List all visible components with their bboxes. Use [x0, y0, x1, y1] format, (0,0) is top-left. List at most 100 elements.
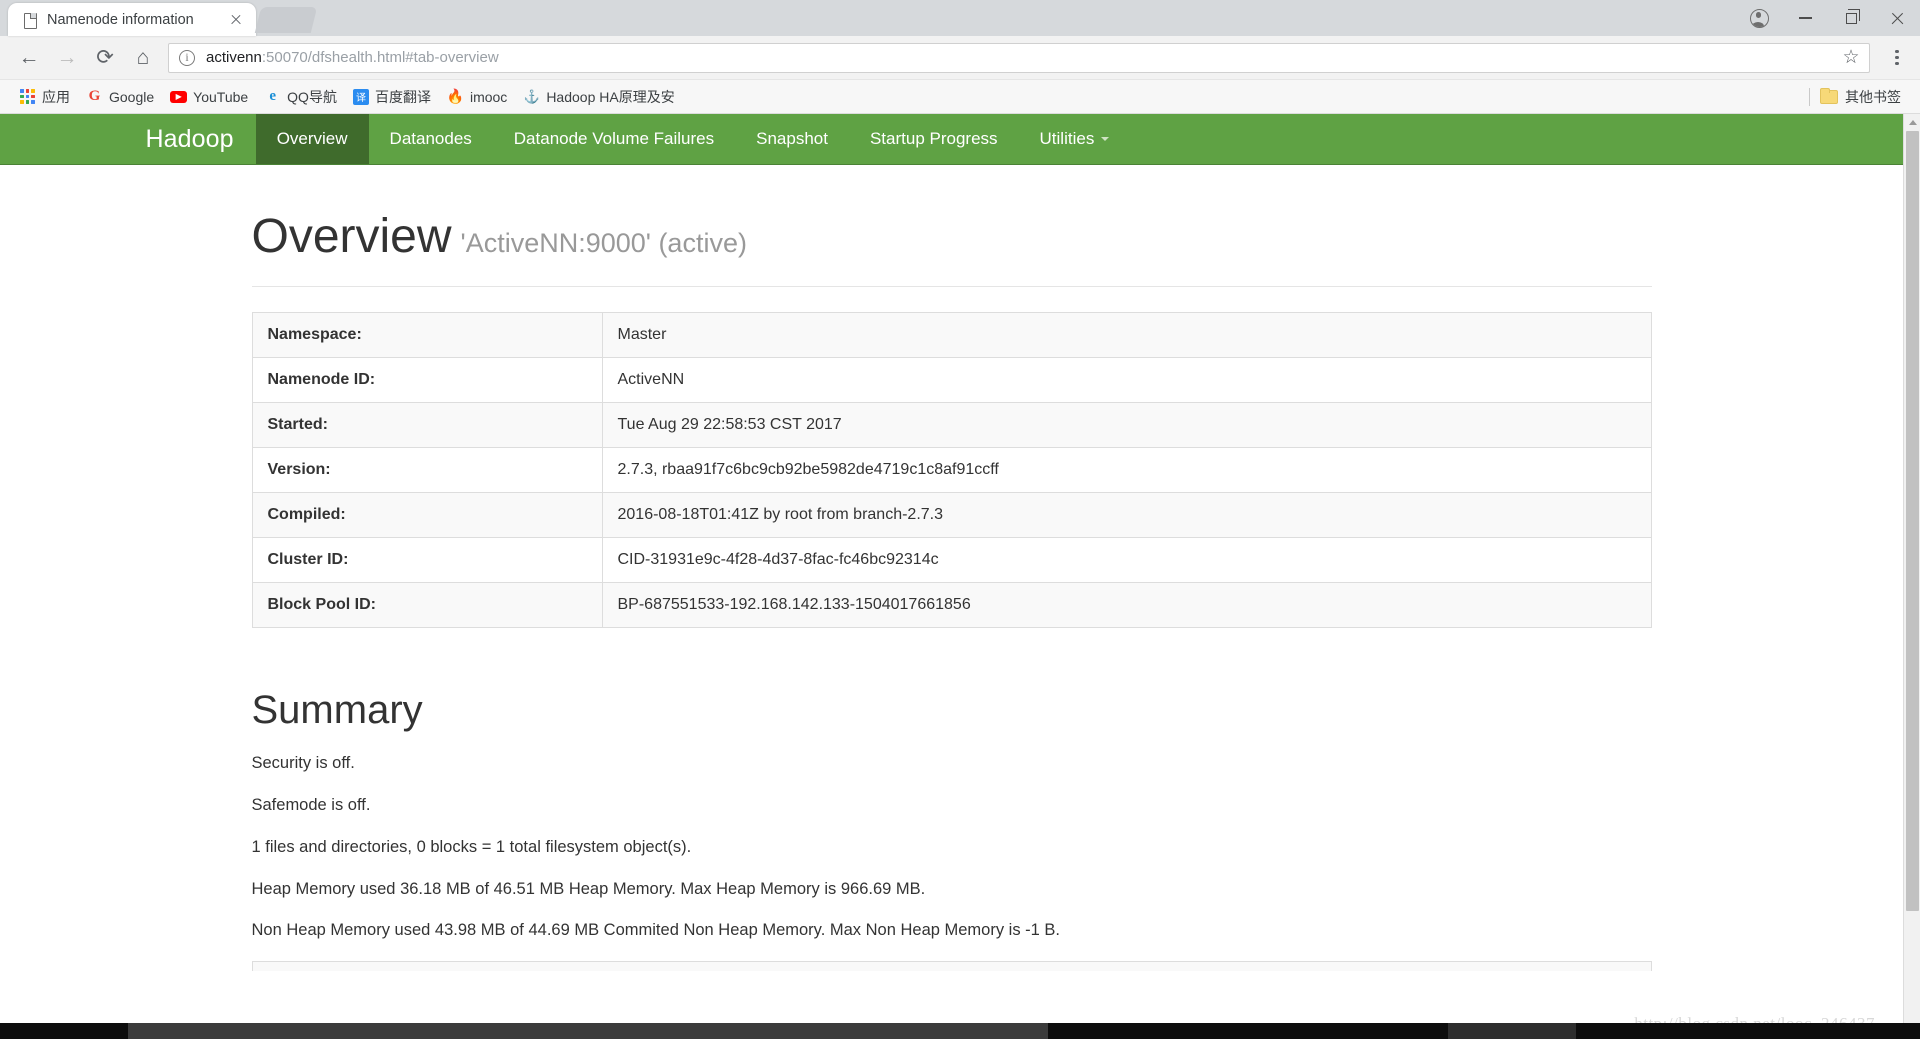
browser-window: Namenode information ← → ⟳ ⌂ active [0, 0, 1920, 1039]
nav-item-startup-progress[interactable]: Startup Progress [849, 114, 1019, 164]
kebab-dot-icon [1895, 62, 1899, 66]
forward-arrow-icon: → [56, 46, 78, 69]
row-key: Compiled: [252, 492, 603, 538]
forward-button[interactable]: → [48, 39, 86, 77]
nav-item-overview[interactable]: Overview [255, 114, 369, 164]
anchor-icon: ⚓ [523, 88, 540, 104]
kebab-dot-icon [1895, 55, 1899, 60]
divider [1809, 87, 1810, 106]
table-row: Namespace: Master [252, 312, 1651, 358]
row-value: BP-687551533-192.168.142.133-15040176618… [617, 595, 971, 613]
nav-item-utilities-label: Utilities [1039, 129, 1095, 148]
close-icon [1890, 11, 1905, 26]
kebab-dot-icon [1895, 49, 1899, 53]
profile-icon [1749, 8, 1769, 28]
google-icon: G [88, 88, 101, 104]
tab-title: Namenode information [47, 11, 194, 28]
reload-icon: ⟳ [96, 46, 114, 69]
bookmark-label: Hadoop HA原理及安 [546, 88, 675, 105]
profile-button[interactable] [1736, 2, 1782, 34]
youtube-icon: ▶ [170, 90, 188, 103]
row-value: 2.7.3, rbaa91f7c6bc9cb92be5982de4719c1c8… [617, 460, 999, 478]
other-bookmarks-folder[interactable]: 其他书签 [1820, 84, 1908, 110]
address-bar[interactable]: activenn:50070/dfshealth.html#tab-overvi… [168, 42, 1870, 73]
new-tab-button[interactable] [254, 7, 318, 33]
qq-browser-icon: e [269, 88, 276, 104]
next-table-partial [251, 961, 1652, 972]
maximize-button[interactable] [1828, 2, 1874, 34]
page-viewport: Hadoop Overview Datanodes Datanode Volum… [0, 114, 1920, 1037]
row-key: Block Pool ID: [252, 582, 603, 628]
summary-line: Security is off. [251, 753, 355, 772]
bookmark-qq-nav[interactable]: e QQ导航 [257, 84, 344, 110]
scrollbar-thumb[interactable] [1906, 131, 1919, 911]
taskbar-segment [1576, 1023, 1920, 1039]
folder-icon [1820, 87, 1838, 104]
apps-grid-icon [19, 88, 36, 105]
nav-item-utilities[interactable]: Utilities [1019, 114, 1131, 164]
bookmark-label: QQ导航 [287, 88, 337, 105]
page-content: Hadoop Overview Datanodes Datanode Volum… [0, 114, 1903, 1037]
chevron-up-icon [1908, 120, 1917, 125]
site-info-icon[interactable] [179, 49, 195, 66]
taskbar-segment-active-window[interactable] [128, 1023, 1048, 1039]
bookmark-apps[interactable]: 应用 [12, 84, 77, 110]
close-window-button[interactable] [1874, 2, 1920, 34]
bookmark-star-icon[interactable]: ☆ [1841, 47, 1861, 68]
taskbar-segment [0, 1023, 128, 1039]
row-key: Version: [252, 447, 603, 493]
home-icon: ⌂ [136, 46, 150, 69]
table-row: Version: 2.7.3, rbaa91f7c6bc9cb92be5982d… [252, 447, 1651, 493]
close-icon[interactable] [226, 10, 246, 30]
baidu-translate-icon: 译 [352, 88, 369, 105]
bookmark-hadoop-ha[interactable]: ⚓ Hadoop HA原理及安 [516, 84, 681, 110]
os-taskbar [0, 1023, 1920, 1039]
window-controls [1736, 0, 1920, 36]
table-row: Block Pool ID: BP-687551533-192.168.142.… [252, 582, 1651, 628]
nav-item-snapshot[interactable]: Snapshot [735, 114, 849, 164]
table-row: Cluster ID: CID-31931e9c-4f28-4d37-8fac-… [252, 537, 1651, 583]
browser-menu-button[interactable] [1884, 43, 1910, 73]
summary-heading: Summary [251, 687, 423, 732]
bookmarks-bar: 应用 G Google ▶ YouTube e QQ导航 译 百度翻译 🔥 im… [0, 80, 1920, 114]
page-title-main: Overview [251, 210, 452, 263]
row-key: Namenode ID: [252, 357, 603, 403]
bookmark-google[interactable]: G Google [79, 84, 161, 110]
row-value: 2016-08-18T01:41Z by root from branch-2.… [617, 505, 944, 523]
bookmark-baidu-translate[interactable]: 译 百度翻译 [346, 84, 438, 110]
taskbar-segment [1048, 1023, 1448, 1039]
page-icon [22, 12, 38, 29]
summary-line: Heap Memory used 36.18 MB of 46.51 MB He… [251, 879, 926, 898]
bookmark-youtube[interactable]: ▶ YouTube [163, 84, 255, 110]
table-row: Namenode ID: ActiveNN [252, 357, 1651, 403]
row-key: Started: [252, 402, 603, 448]
hadoop-navbar: Hadoop Overview Datanodes Datanode Volum… [0, 114, 1903, 165]
row-key: Namespace: [252, 312, 603, 358]
nav-item-datanodes[interactable]: Datanodes [369, 114, 493, 164]
home-button[interactable]: ⌂ [124, 39, 162, 77]
restore-icon [1845, 9, 1861, 24]
nav-item-datanode-volume-failures[interactable]: Datanode Volume Failures [493, 114, 735, 164]
flame-icon: 🔥 [446, 88, 465, 104]
page-title: Overview 'ActiveNN:9000' (active) [251, 210, 1652, 287]
summary-line: Non Heap Memory used 43.98 MB of 44.69 M… [251, 921, 1061, 940]
browser-tab[interactable]: Namenode information [8, 3, 256, 36]
summary-line: 1 files and directories, 0 blocks = 1 to… [251, 837, 692, 856]
bookmark-label: Google [109, 88, 155, 105]
vertical-scrollbar[interactable] [1903, 114, 1920, 1037]
back-button[interactable]: ← [10, 39, 48, 77]
taskbar-segment[interactable] [1448, 1023, 1576, 1039]
bookmark-label: 百度翻译 [374, 88, 431, 105]
reload-button[interactable]: ⟳ [86, 39, 124, 77]
minimize-button[interactable] [1782, 2, 1828, 34]
page-title-subtitle: 'ActiveNN:9000' (active) [460, 228, 747, 258]
scroll-up-button[interactable] [1904, 114, 1920, 131]
hadoop-brand[interactable]: Hadoop [140, 114, 256, 164]
bookmark-label: 应用 [42, 88, 70, 105]
bookmark-imooc[interactable]: 🔥 imooc [440, 84, 514, 110]
summary-line: Safemode is off. [251, 795, 371, 814]
table-row: Compiled: 2016-08-18T01:41Z by root from… [252, 492, 1651, 538]
chevron-down-icon [1101, 137, 1110, 141]
bookmark-label: YouTube [193, 88, 249, 105]
table-row: Started: Tue Aug 29 22:58:53 CST 2017 [252, 402, 1651, 448]
